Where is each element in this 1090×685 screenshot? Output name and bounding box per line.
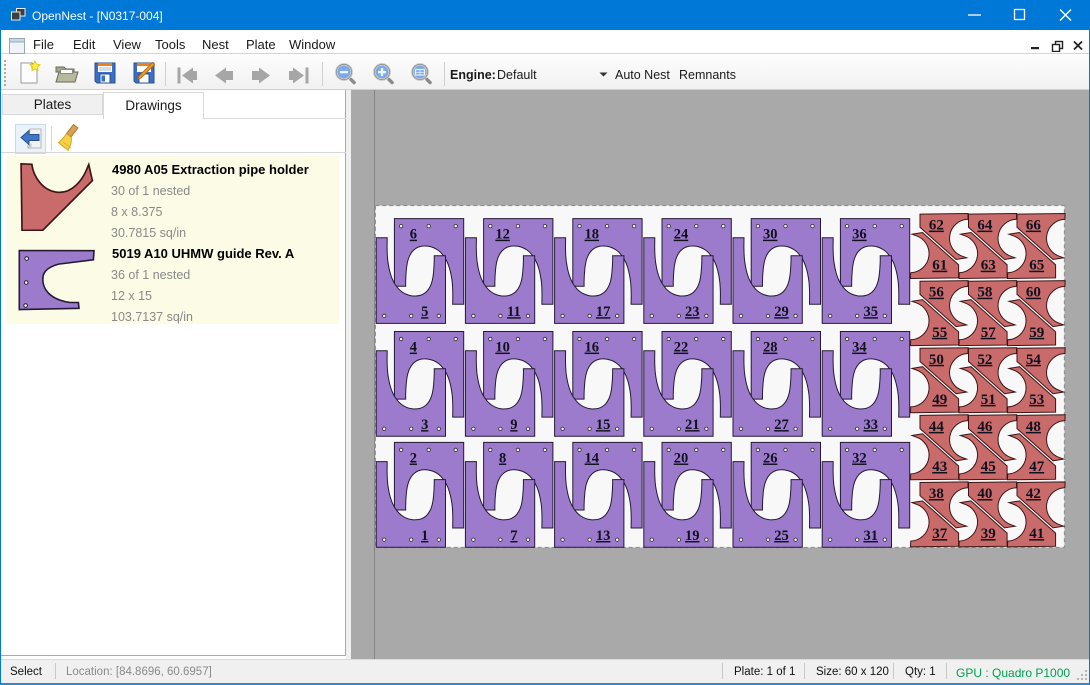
svg-text:33: 33 — [863, 417, 878, 433]
svg-text:61: 61 — [932, 258, 947, 274]
svg-text:35: 35 — [863, 304, 878, 320]
svg-text:66: 66 — [1026, 218, 1042, 234]
svg-text:34: 34 — [852, 340, 867, 356]
svg-text:63: 63 — [981, 258, 996, 274]
svg-text:3: 3 — [421, 417, 428, 433]
svg-text:45: 45 — [981, 459, 996, 475]
svg-text:43: 43 — [932, 459, 947, 475]
svg-text:30: 30 — [763, 227, 778, 243]
svg-text:6: 6 — [410, 227, 417, 243]
svg-text:41: 41 — [1029, 526, 1044, 542]
svg-text:64: 64 — [977, 218, 993, 234]
svg-text:8: 8 — [499, 451, 506, 467]
svg-text:16: 16 — [585, 340, 600, 356]
svg-text:24: 24 — [674, 227, 689, 243]
svg-text:22: 22 — [674, 340, 689, 356]
svg-text:28: 28 — [763, 340, 778, 356]
svg-text:12: 12 — [495, 227, 510, 243]
svg-text:50: 50 — [929, 352, 944, 368]
svg-text:11: 11 — [507, 304, 521, 320]
svg-text:10: 10 — [495, 340, 510, 356]
svg-text:46: 46 — [977, 419, 993, 435]
svg-text:20: 20 — [674, 451, 689, 467]
svg-text:53: 53 — [1029, 392, 1044, 408]
svg-text:49: 49 — [932, 392, 947, 408]
svg-text:65: 65 — [1029, 258, 1044, 274]
svg-text:55: 55 — [932, 325, 947, 341]
svg-text:1: 1 — [421, 528, 428, 544]
svg-text:39: 39 — [981, 526, 996, 542]
svg-text:40: 40 — [977, 486, 992, 502]
svg-text:13: 13 — [596, 528, 611, 544]
svg-text:14: 14 — [585, 451, 600, 467]
svg-text:37: 37 — [932, 526, 948, 542]
svg-text:31: 31 — [863, 528, 878, 544]
svg-text:60: 60 — [1026, 285, 1041, 301]
svg-text:21: 21 — [685, 417, 700, 433]
svg-text:4: 4 — [410, 340, 417, 356]
svg-text:29: 29 — [774, 304, 789, 320]
svg-text:27: 27 — [774, 417, 789, 433]
svg-text:25: 25 — [774, 528, 789, 544]
svg-text:44: 44 — [929, 419, 945, 435]
svg-text:23: 23 — [685, 304, 700, 320]
svg-text:57: 57 — [981, 325, 997, 341]
svg-text:9: 9 — [510, 417, 517, 433]
svg-text:7: 7 — [510, 528, 517, 544]
svg-text:56: 56 — [929, 285, 945, 301]
svg-text:19: 19 — [685, 528, 700, 544]
svg-text:47: 47 — [1029, 459, 1045, 475]
svg-text:54: 54 — [1026, 352, 1042, 368]
svg-text:26: 26 — [763, 451, 778, 467]
svg-text:51: 51 — [981, 392, 996, 408]
svg-text:15: 15 — [596, 417, 611, 433]
svg-text:36: 36 — [852, 227, 867, 243]
svg-text:59: 59 — [1029, 325, 1044, 341]
svg-text:52: 52 — [977, 352, 992, 368]
svg-text:48: 48 — [1026, 419, 1041, 435]
svg-text:18: 18 — [585, 227, 600, 243]
svg-text:2: 2 — [410, 451, 417, 467]
svg-text:38: 38 — [929, 486, 944, 502]
svg-text:17: 17 — [596, 304, 611, 320]
svg-text:62: 62 — [929, 218, 944, 234]
svg-text:5: 5 — [421, 304, 428, 320]
svg-text:32: 32 — [852, 451, 867, 467]
svg-text:42: 42 — [1026, 486, 1041, 502]
svg-text:58: 58 — [977, 285, 992, 301]
